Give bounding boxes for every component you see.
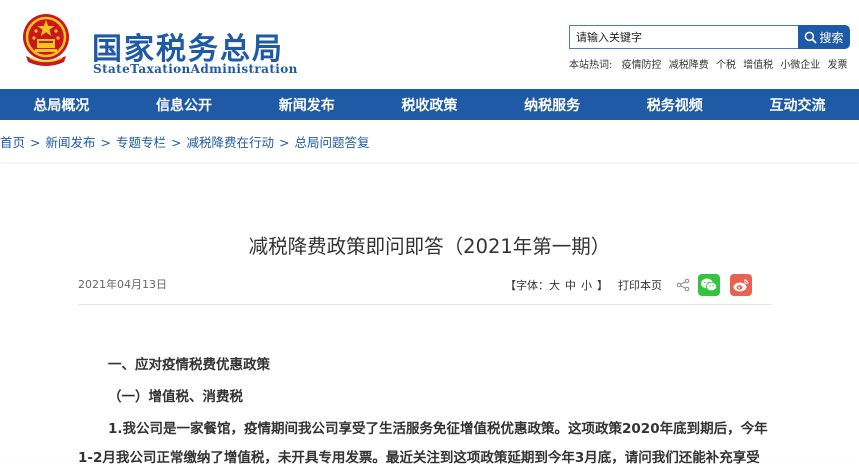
breadcrumb-separator: > [279,135,290,150]
font-size-medium-button[interactable]: 中 [565,277,576,293]
breadcrumb-tax-cut-campaign[interactable]: 减税降费在行动 [187,135,275,150]
main-nav: 总局概况 信息公开 新闻发布 税收政策 纳税服务 税务视频 互动交流 [0,89,859,120]
national-emblem-icon[interactable] [20,12,72,70]
search-button-label: 搜索 [819,30,844,45]
print-button[interactable]: 打印本页 [618,277,662,293]
font-size-small-button[interactable]: 小 [581,277,592,293]
breadcrumb-separator: > [30,135,41,150]
font-size-large-button[interactable]: 大 [549,277,560,293]
question-paragraph-line: 1-2月我公司正常缴纳了增值税，未开具专用发票。最近关注到这项政策延期到今年3月… [78,450,760,466]
font-size-close: 】 [597,279,608,292]
wechat-share-button[interactable] [698,274,720,296]
article-title: 减税降费政策即问即答（2021年第一期） [248,235,611,258]
site-header: 国家税务总局 StateTaxationAdministration 搜索 本站… [0,0,859,88]
article-toolbar: 【字体： 大 中 小 】 打印本页 [505,273,752,297]
site-logo-english[interactable]: StateTaxationAdministration [93,62,298,76]
breadcrumb-qa-replies[interactable]: 总局问题答复 [295,135,370,150]
nav-item-tax-policy[interactable]: 税收政策 [368,89,491,120]
search-icon [805,31,818,44]
breadcrumb: 首页 > 新闻发布 > 专题专栏 > 减税降费在行动 > 总局问题答复 [0,132,370,151]
hot-term-link[interactable]: 增值税 [743,60,773,71]
article-divider [78,304,772,305]
article-date: 2021年04月13日 [78,278,167,291]
breadcrumb-news[interactable]: 新闻发布 [46,135,96,150]
hot-term-link[interactable]: 发票 [828,60,848,71]
share-icon[interactable] [676,278,690,292]
breadcrumb-separator: > [100,135,111,150]
article-container: 减税降费政策即问即答（2021年第一期） 2021年04月13日 【字体： 大 … [0,164,859,466]
breadcrumb-special-topics[interactable]: 专题专栏 [116,135,166,150]
hot-term-link[interactable]: 小微企业 [780,60,820,71]
nav-item-overview[interactable]: 总局概况 [0,89,123,120]
subsection-heading: （一）增值税、消费税 [108,389,243,405]
nav-item-interaction[interactable]: 互动交流 [736,89,859,120]
search-button[interactable]: 搜索 [798,25,850,49]
breadcrumb-separator: > [171,135,182,150]
nav-item-tax-video[interactable]: 税务视频 [613,89,736,120]
hot-terms: 本站热词: 疫情防控 减税降费 个税 增值税 小微企业 发票 [569,56,852,71]
hot-term-link[interactable]: 疫情防控 [622,60,662,71]
nav-item-taxpayer-service[interactable]: 纳税服务 [491,89,614,120]
section-heading: 一、应对疫情税费优惠政策 [108,357,270,373]
hot-terms-label: 本站热词: [569,60,613,71]
breadcrumb-home[interactable]: 首页 [0,135,25,150]
nav-item-info-disclosure[interactable]: 信息公开 [123,89,246,120]
search-input[interactable] [569,25,798,49]
question-paragraph-line: 1.我公司是一家餐馆，疫情期间我公司享受了生活服务免征增值税优惠政策。这项政策2… [108,421,768,437]
weibo-icon [733,279,749,292]
wechat-icon [701,278,718,292]
hot-term-link[interactable]: 减税降费 [669,60,709,71]
hot-term-link[interactable]: 个税 [716,60,736,71]
nav-item-news[interactable]: 新闻发布 [245,89,368,120]
font-size-label: 【字体： [505,279,549,292]
weibo-share-button[interactable] [730,274,752,296]
